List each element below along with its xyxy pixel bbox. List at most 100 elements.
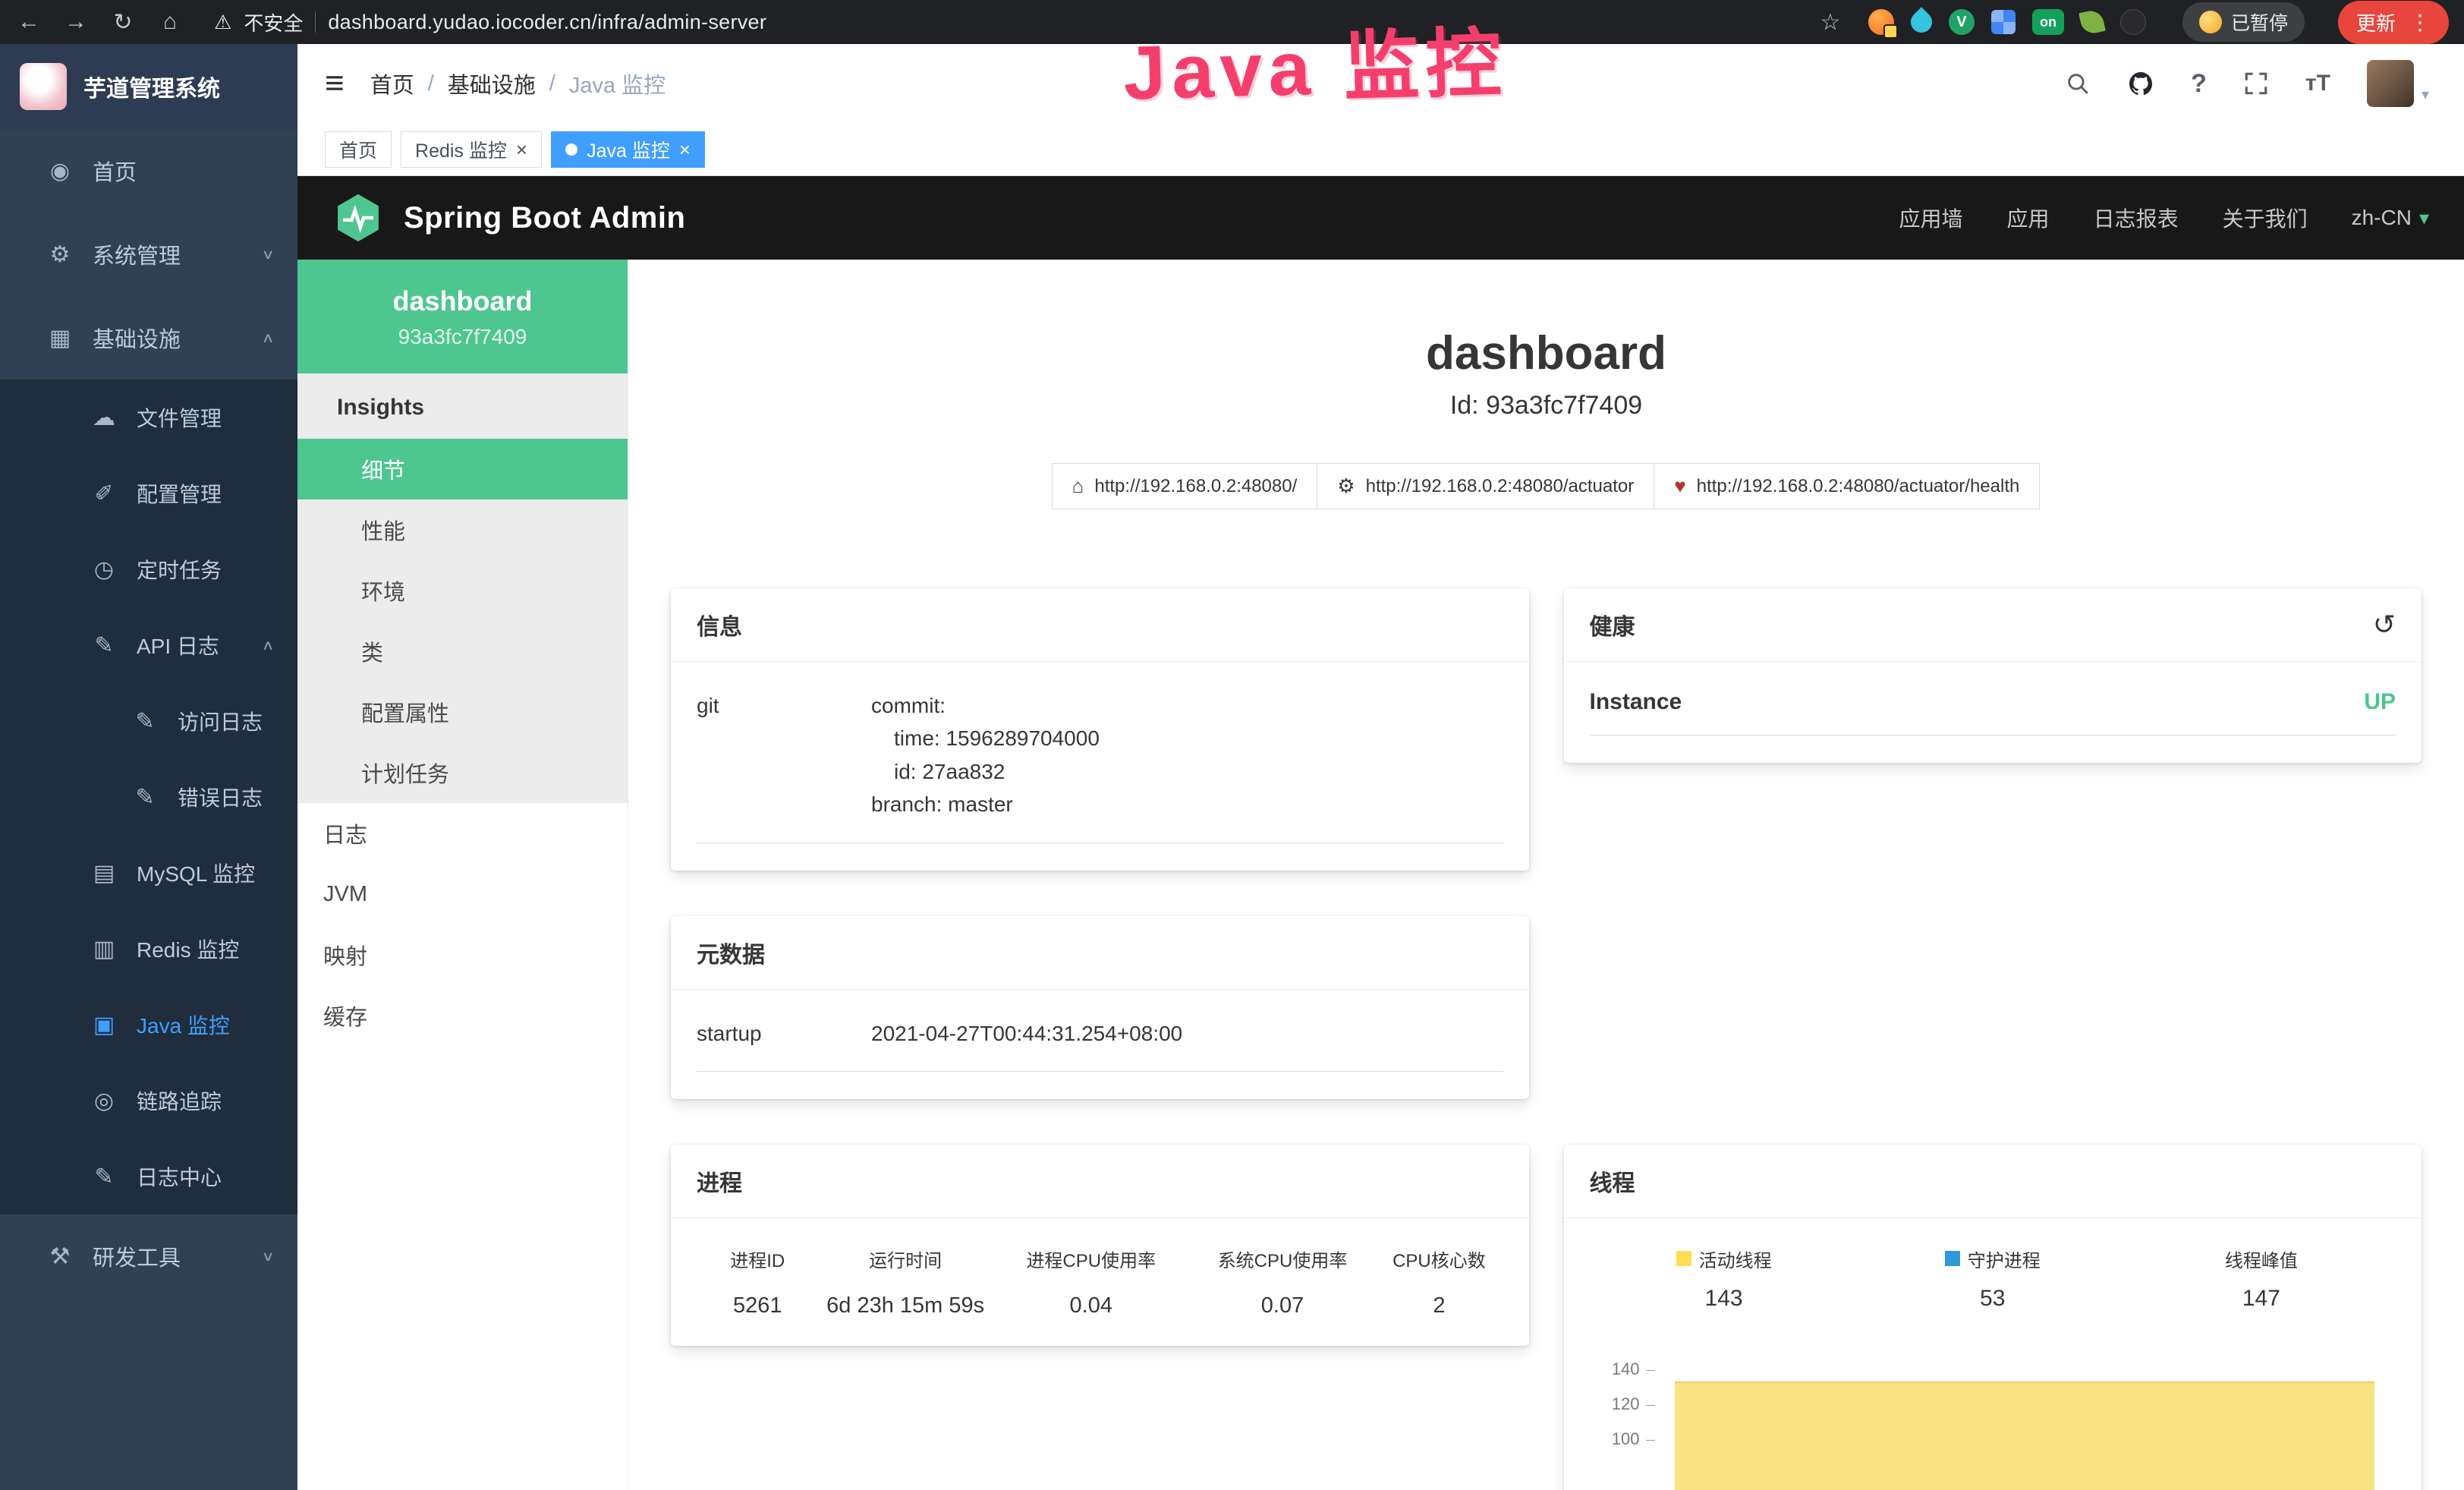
extension-grid-icon[interactable] (1991, 10, 2016, 34)
sba-nav: 应用墙 应用 日志报表 关于我们 zh-CN ▾ (1899, 203, 2429, 233)
service-url-link[interactable]: ⌂ http://192.168.0.2:48080/ (1052, 463, 1318, 509)
fullscreen-icon[interactable] (2243, 71, 2269, 96)
user-avatar[interactable]: ▾ (2367, 60, 2429, 107)
card-title: 线程 (1564, 1145, 2422, 1218)
sidebar-menu: ◉ 首页 ⚙ 系统管理 ∨ ▦ 基础设施 ∧ ☁ 文件管理 (0, 129, 297, 1298)
sidebar-item-error-log[interactable]: ✎ 错误日志 (0, 759, 297, 835)
process-table: 进程ID 运行时间 进程CPU使用率 系统CPU使用率 CPU核心数 5261 … (697, 1246, 1503, 1318)
sba-item-classes[interactable]: 类 (297, 621, 628, 682)
sidebar-item-label: Redis 监控 (137, 934, 239, 964)
metadata-row-startup: startup 2021-04-27T00:44:31.254+08:00 (697, 1017, 1503, 1072)
git-time-line: time: 1596289704000 (871, 722, 1100, 754)
hamburger-icon[interactable]: ≡ (325, 67, 345, 100)
instance-id: Id: 93a3fc7f7409 (671, 391, 2422, 421)
health-url-link[interactable]: ♥ http://192.168.0.2:48080/actuator/heal… (1654, 463, 2040, 509)
legend-blue-swatch (1945, 1251, 1960, 1266)
actuator-url-link[interactable]: ⚙ http://192.168.0.2:48080/actuator (1317, 463, 1654, 509)
card-title: 信息 (671, 588, 1529, 662)
address-bar[interactable]: ⚠ 不安全 dashboard.yudao.iocoder.cn/infra/a… (214, 8, 766, 36)
sidebar-item-tracing[interactable]: ◎ 链路追踪 (0, 1063, 297, 1139)
sidebar-item-file-manage[interactable]: ☁ 文件管理 (0, 380, 297, 455)
git-branch-line: branch: master (871, 788, 1100, 821)
sba-app-name: dashboard (313, 285, 612, 317)
sidebar-item-label: 基础设施 (93, 322, 181, 354)
tab-java-monitor[interactable]: Java 监控 × (551, 131, 705, 168)
sidebar-item-config-manage[interactable]: ✐ 配置管理 (0, 455, 297, 531)
update-button[interactable]: 更新 ⋮ (2338, 1, 2449, 44)
back-icon[interactable]: ← (15, 9, 42, 35)
tab-label: 首页 (339, 136, 377, 163)
breadcrumb-infra[interactable]: 基础设施 (448, 68, 536, 99)
sba-app-block[interactable]: dashboard 93a3fc7f7409 (297, 260, 628, 373)
tab-redis-monitor[interactable]: Redis 监控 × (401, 131, 542, 168)
sidebar-item-label: 研发工具 (93, 1240, 181, 1272)
chart-ytick: 100 (1590, 1429, 1655, 1449)
url-text[interactable]: dashboard.yudao.iocoder.cn/infra/admin-s… (328, 11, 766, 34)
sba-item-metrics[interactable]: 性能 (297, 499, 628, 560)
sba-nav-wallboard[interactable]: 应用墙 (1899, 203, 1963, 233)
extension-orange-icon[interactable] (1868, 9, 1894, 35)
forward-icon[interactable]: → (62, 9, 90, 35)
sidebar-item-access-log[interactable]: ✎ 访问日志 (0, 683, 297, 759)
sidebar-item-cron-job[interactable]: ◷ 定时任务 (0, 531, 297, 607)
history-icon[interactable]: ↺ (2373, 611, 2396, 638)
browser-menu-icon[interactable]: ⋮ (2409, 10, 2431, 35)
header-actions: ? тT ▾ (2065, 60, 2437, 107)
extension-drop-icon[interactable] (1906, 7, 1937, 37)
health-card-title: 健康 (1590, 608, 1635, 641)
sba-nav-applications[interactable]: 应用 (2007, 203, 2050, 233)
caret-down-icon: ▾ (2422, 85, 2429, 107)
tab-home[interactable]: 首页 (325, 131, 392, 168)
sidebar-item-label: 定时任务 (137, 554, 222, 584)
help-icon[interactable]: ? (2191, 69, 2207, 99)
reload-icon[interactable]: ↻ (109, 9, 137, 36)
sba-item-caches[interactable]: 缓存 (297, 985, 628, 1046)
extension-paw-icon[interactable] (2120, 9, 2146, 35)
process-value-pid: 5261 (697, 1293, 819, 1318)
sidebar-item-redis-monitor[interactable]: ▥ Redis 监控 (0, 911, 297, 987)
close-icon[interactable]: × (679, 140, 691, 159)
heart-icon: ♥ (1674, 474, 1685, 498)
process-card: 进程 进程ID 运行时间 进程CPU使用率 系统CPU使用率 CPU核心数 (671, 1145, 1529, 1346)
extension-on-icon[interactable]: on (2032, 9, 2064, 35)
profile-paused-badge[interactable]: 已暂停 (2182, 2, 2305, 42)
legend-value: 53 (1858, 1286, 2127, 1312)
sba-item-config-props[interactable]: 配置属性 (297, 682, 628, 742)
sba-item-scheduled-tasks[interactable]: 计划任务 (297, 742, 628, 803)
sba-sidebar: dashboard 93a3fc7f7409 Insights 细节 性能 环境… (297, 260, 628, 1490)
logo-avatar (20, 63, 67, 110)
sidebar-item-home[interactable]: ◉ 首页 (0, 129, 297, 213)
sba-item-details[interactable]: 细节 (297, 439, 628, 499)
sidebar-item-system[interactable]: ⚙ 系统管理 ∨ (0, 213, 297, 296)
sba-locale-select[interactable]: zh-CN ▾ (2352, 206, 2429, 230)
breadcrumb-home[interactable]: 首页 (370, 68, 414, 99)
process-card-body: 进程ID 运行时间 进程CPU使用率 系统CPU使用率 CPU核心数 5261 … (671, 1218, 1529, 1346)
sba-item-environment[interactable]: 环境 (297, 560, 628, 621)
security-label[interactable]: 不安全 (244, 8, 303, 36)
github-icon[interactable] (2127, 70, 2154, 97)
extension-v-icon[interactable]: V (1949, 9, 1975, 35)
sidebar-item-dev-tools[interactable]: ⚒ 研发工具 ∨ (0, 1214, 297, 1298)
search-icon[interactable] (2065, 71, 2091, 96)
app-logo[interactable]: 芋道管理系统 (0, 44, 297, 129)
sidebar-item-infra[interactable]: ▦ 基础设施 ∧ (0, 296, 297, 380)
sba-nav-journal[interactable]: 日志报表 (2094, 203, 2179, 233)
font-size-icon[interactable]: тT (2305, 71, 2330, 96)
sba-item-logs[interactable]: 日志 (297, 803, 628, 864)
home-icon[interactable]: ⌂ (156, 9, 184, 35)
sidebar-item-log-center[interactable]: ✎ 日志中心 (0, 1139, 297, 1214)
extension-leaf-icon[interactable] (2079, 8, 2106, 36)
app-title: 芋道管理系统 (83, 70, 220, 103)
sba-nav-about[interactable]: 关于我们 (2223, 203, 2308, 233)
bookmark-star-icon[interactable]: ☆ (1817, 9, 1844, 36)
health-instance-row[interactable]: Instance UP (1590, 689, 2396, 736)
sba-body: dashboard 93a3fc7f7409 Insights 细节 性能 环境… (297, 260, 2464, 1490)
sidebar-item-api-log[interactable]: ✎ API 日志 ∧ (0, 607, 297, 683)
process-value-cpu: 0.04 (993, 1293, 1190, 1318)
legend-peak-threads: 线程峰值 147 (2127, 1246, 2396, 1312)
sba-item-jvm[interactable]: JVM (297, 864, 628, 925)
sidebar-item-java-monitor[interactable]: ▣ Java 监控 (0, 987, 297, 1063)
close-icon[interactable]: × (516, 140, 527, 159)
sba-item-mappings[interactable]: 映射 (297, 925, 628, 985)
sidebar-item-mysql-monitor[interactable]: ▤ MySQL 监控 (0, 835, 297, 911)
